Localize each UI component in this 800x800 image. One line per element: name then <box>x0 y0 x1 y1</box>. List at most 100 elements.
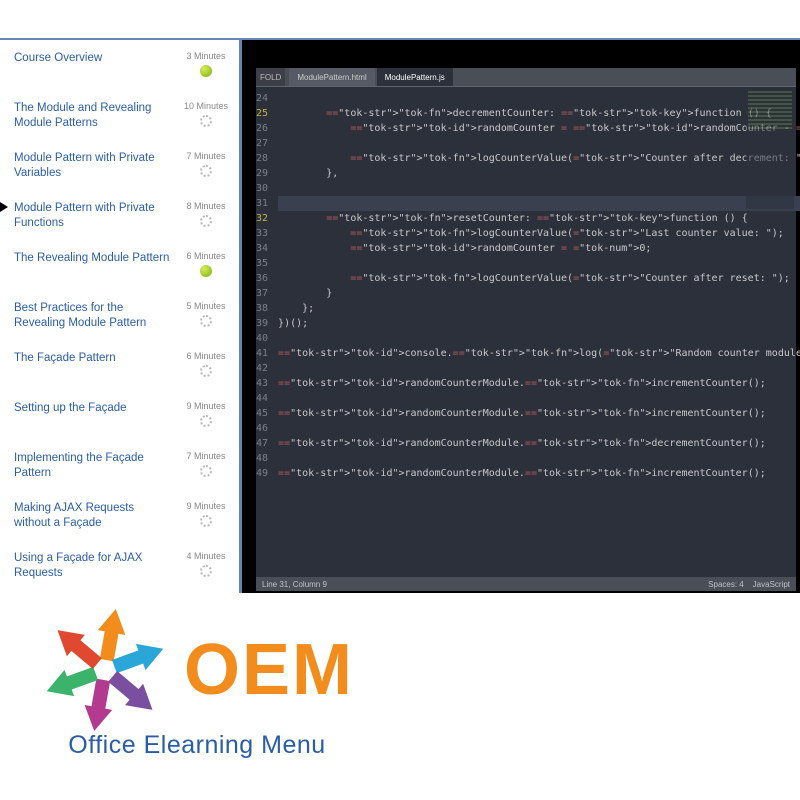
editor-tab[interactable]: ModulePattern.js <box>377 68 453 86</box>
lesson-duration: 8 Minutes <box>179 201 233 211</box>
lesson-meta: 7 Minutes <box>179 451 233 482</box>
lesson-title[interactable]: Course Overview <box>14 51 179 66</box>
status-loading-icon <box>200 465 212 477</box>
status-loading-icon <box>200 515 212 527</box>
lesson-title[interactable]: The Module and Revealing Module Patterns <box>14 101 179 131</box>
lesson-item[interactable]: Using a Façade for AJAX Requests4 Minute… <box>14 544 233 593</box>
video-viewport[interactable]: FOLD ModulePattern.htmlModulePattern.js … <box>242 40 800 593</box>
code-line[interactable]: =="tok-str">"tok-fn">logCounterValue(="t… <box>278 226 800 241</box>
lesson-title[interactable]: Best Practices for the Revealing Module … <box>14 301 179 331</box>
lesson-meta: 7 Minutes <box>179 151 233 182</box>
folder-label[interactable]: FOLD <box>256 68 285 86</box>
code-line[interactable]: =="tok-str">"tok-id">randomCounterModule… <box>278 436 800 451</box>
code-line[interactable]: =="tok-str">"tok-id">randomCounterModule… <box>278 406 800 421</box>
language-mode[interactable]: JavaScript <box>753 580 790 589</box>
code-line[interactable] <box>278 421 800 436</box>
lesson-title[interactable]: Making AJAX Requests without a Façade <box>14 501 179 531</box>
code-line[interactable] <box>278 361 800 376</box>
lesson-item[interactable]: The Façade Pattern6 Minutes <box>14 344 233 394</box>
code-column[interactable]: =="tok-str">"tok-fn">decrementCounter: =… <box>274 87 800 577</box>
lesson-title[interactable]: Implementing the Façade Pattern <box>14 451 179 481</box>
lesson-title[interactable]: Module Pattern with Private Variables <box>14 151 179 181</box>
elearning-player: Course Overview3 MinutesThe Module and R… <box>0 38 800 593</box>
lesson-meta: 9 Minutes <box>179 401 233 432</box>
code-line[interactable]: =="tok-str">"tok-fn">logCounterValue(="t… <box>278 151 800 166</box>
lesson-duration: 5 Minutes <box>179 301 233 311</box>
code-editor[interactable]: 2425262728293031323334353637383940414243… <box>256 86 796 577</box>
minimap[interactable] <box>746 89 794 209</box>
lesson-meta: 8 Minutes <box>179 201 233 232</box>
code-line[interactable]: =="tok-str">"tok-id">randomCounterModule… <box>278 376 800 391</box>
code-line[interactable]: } <box>278 286 800 301</box>
lesson-item[interactable]: Implementing the Façade Pattern7 Minutes <box>14 444 233 494</box>
status-loading-icon <box>200 115 212 127</box>
code-line[interactable]: =="tok-str">"tok-fn">decrementCounter: =… <box>278 106 800 121</box>
code-line[interactable] <box>278 196 800 211</box>
code-line[interactable] <box>278 181 800 196</box>
lesson-title[interactable]: Module Pattern with Private Functions <box>14 201 179 231</box>
editor-tabbar: FOLD ModulePattern.htmlModulePattern.js <box>256 68 796 86</box>
lesson-item[interactable]: Module Pattern with Private Variables7 M… <box>14 144 233 194</box>
code-line[interactable]: }; <box>278 301 800 316</box>
lesson-item[interactable]: Module Pattern with Private Functions8 M… <box>14 194 233 244</box>
lesson-meta: 4 Minutes <box>179 551 233 582</box>
oem-subtitle: Office Elearning Menu <box>68 731 325 760</box>
status-loading-icon <box>200 315 212 327</box>
lesson-duration: 4 Minutes <box>179 551 233 561</box>
lesson-meta: 10 Minutes <box>179 101 233 132</box>
lesson-title[interactable]: The Façade Pattern <box>14 351 179 366</box>
lesson-item[interactable]: The Revealing Module Pattern6 Minutes <box>14 244 233 294</box>
code-line[interactable]: }, <box>278 166 800 181</box>
lesson-duration: 6 Minutes <box>179 351 233 361</box>
status-loading-icon <box>200 565 212 577</box>
indent-setting[interactable]: Spaces: 4 <box>708 580 744 589</box>
lesson-duration: 7 Minutes <box>179 151 233 161</box>
editor-statusbar: Line 31, Column 9 Spaces: 4 JavaScript <box>256 577 796 591</box>
lesson-title[interactable]: Using a Façade for AJAX Requests <box>14 551 179 581</box>
statusbar-right: Spaces: 4 JavaScript <box>708 580 790 589</box>
status-loading-icon <box>200 365 212 377</box>
code-line[interactable]: =="tok-str">"tok-id">console.=="tok-str"… <box>278 346 800 361</box>
code-line[interactable]: =="tok-str">"tok-id">randomCounter = =="… <box>278 121 800 136</box>
code-line[interactable] <box>278 256 800 271</box>
code-line[interactable] <box>278 391 800 406</box>
lesson-meta: 3 Minutes <box>179 51 233 82</box>
code-line[interactable] <box>278 451 800 466</box>
status-complete-icon <box>200 65 212 77</box>
lesson-meta: 9 Minutes <box>179 501 233 532</box>
status-loading-icon <box>200 415 212 427</box>
editor-tab[interactable]: ModulePattern.html <box>289 68 374 86</box>
lesson-duration: 9 Minutes <box>179 501 233 511</box>
lesson-item[interactable]: Course Overview3 Minutes <box>14 44 233 94</box>
lesson-title[interactable]: The Revealing Module Pattern <box>14 251 179 266</box>
code-line[interactable]: =="tok-str">"tok-id">randomCounterModule… <box>278 466 800 481</box>
lesson-meta: 6 Minutes <box>179 351 233 382</box>
oem-wordmark: OEM <box>184 629 354 711</box>
lesson-item[interactable]: The Module and Revealing Module Patterns… <box>14 94 233 144</box>
status-complete-icon <box>200 265 212 277</box>
lesson-title[interactable]: Setting up the Façade <box>14 401 179 416</box>
line-gutter: 2425262728293031323334353637383940414243… <box>256 87 274 577</box>
lesson-duration: 3 Minutes <box>179 51 233 61</box>
oem-logo-icon <box>40 605 170 735</box>
lesson-duration: 9 Minutes <box>179 401 233 411</box>
lesson-meta: 5 Minutes <box>179 301 233 332</box>
code-line[interactable] <box>278 91 800 106</box>
code-line[interactable] <box>278 331 800 346</box>
code-line[interactable]: =="tok-str">"tok-id">randomCounter = ="t… <box>278 241 800 256</box>
cursor-position: Line 31, Column 9 <box>262 580 327 589</box>
current-lesson-marker-icon <box>0 202 8 212</box>
lesson-duration: 7 Minutes <box>179 451 233 461</box>
code-line[interactable]: =="tok-str">"tok-fn">resetCounter: =="to… <box>278 211 800 226</box>
lesson-item[interactable]: Best Practices for the Revealing Module … <box>14 294 233 344</box>
code-line[interactable] <box>278 136 800 151</box>
code-line[interactable]: })(); <box>278 316 800 331</box>
lesson-list: Course Overview3 MinutesThe Module and R… <box>0 40 242 593</box>
status-loading-icon <box>200 215 212 227</box>
oem-branding: OEM Office Elearning Menu <box>40 605 354 760</box>
lesson-item[interactable]: Making AJAX Requests without a Façade9 M… <box>14 494 233 544</box>
lesson-item[interactable]: Setting up the Façade9 Minutes <box>14 394 233 444</box>
lesson-meta: 6 Minutes <box>179 251 233 282</box>
code-line[interactable]: =="tok-str">"tok-fn">logCounterValue(="t… <box>278 271 800 286</box>
lesson-duration: 6 Minutes <box>179 251 233 261</box>
